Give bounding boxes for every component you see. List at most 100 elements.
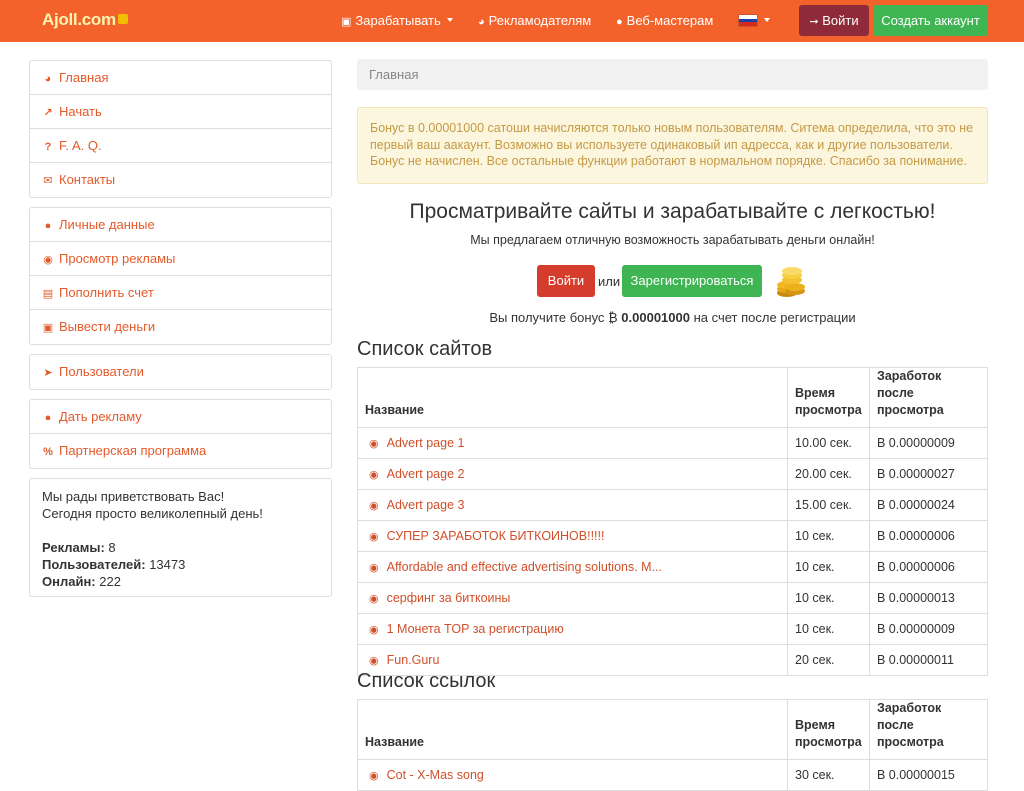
row-time: 15.00 сек. — [787, 489, 870, 521]
row-name-link[interactable]: ◉ Affordable and effective advertising so… — [357, 551, 788, 583]
russia-flag-icon — [738, 14, 758, 27]
row-name-link[interactable]: ◉ Advert page 3 — [357, 489, 788, 521]
table-row: ◉ серфинг за биткоины 10 сек. B 0.00000013 — [357, 582, 988, 614]
eye-icon: ◉ — [369, 469, 379, 481]
row-name-text: Affordable and effective advertising sol… — [386, 560, 662, 574]
hero-subtitle: Мы предлагаем отличную возможность зараб… — [470, 233, 875, 247]
row-name-link[interactable]: ◉ Advert page 1 — [357, 427, 788, 459]
links-list-title: Список ссылок — [357, 670, 496, 692]
rocket-icon: ➤ — [43, 367, 53, 379]
eye-icon: ◉ — [369, 624, 379, 636]
column-name-header: Название — [357, 699, 788, 760]
money-icon: ▣ — [341, 16, 352, 28]
caret-down-icon — [446, 18, 453, 22]
sites-list-title: Список сайтов — [357, 338, 493, 360]
table-row: ◉ Advert page 3 15.00 сек. B 0.00000024 — [357, 489, 988, 521]
column-time-header: Время просмотра — [787, 699, 870, 760]
row-time: 10 сек. — [787, 613, 870, 645]
brand-logo[interactable]: Ajoll.com — [42, 10, 128, 30]
sidebar-item-home[interactable]: ◕ Главная — [30, 61, 331, 95]
stat-users: Пользователей: 13473 — [42, 557, 186, 572]
greeting-line-1: Мы рады приветствовать Вас! — [42, 489, 225, 504]
greeting-line-2: Сегодня просто великолепный день! — [42, 506, 263, 521]
table-row: ◉ Advert page 1 10.00 сек. B 0.00000009 — [357, 427, 988, 459]
sites-table: Название Время просмотра Заработок после… — [357, 367, 988, 676]
eye-icon: ◉ — [43, 254, 53, 266]
eye-icon: ◉ — [369, 562, 379, 574]
sidebar-item-advertise[interactable]: ● Дать рекламу — [30, 400, 331, 434]
row-name-text: СУПЕР ЗАРАБОТОК БИТКОИНОВ!!!!! — [386, 529, 605, 543]
sidebar-item-faq[interactable]: ? F. A. Q. — [30, 129, 331, 163]
money-icon: ▣ — [42, 322, 54, 334]
row-earn: B 0.00000011 — [869, 644, 988, 676]
sidebar-item-profile[interactable]: ● Личные данные — [30, 208, 331, 242]
nav-advertisers[interactable]: ◕ Рекламодателям — [478, 0, 591, 42]
globe-icon: ● — [44, 412, 52, 424]
sidebar-item-affiliate[interactable]: % Партнерская программа — [30, 434, 331, 468]
row-earn: B 0.00000009 — [869, 427, 988, 459]
table-row: ◉ СУПЕР ЗАРАБОТОК БИТКОИНОВ!!!!! 10 сек. B … — [357, 520, 988, 552]
row-name-link[interactable]: ◉ Cot - X-Mas song — [357, 759, 788, 791]
language-dropdown[interactable] — [738, 0, 770, 42]
table-header-row: Название Время просмотра Заработок после… — [357, 699, 988, 760]
dashboard-icon: ◕ — [44, 73, 52, 85]
row-earn: B 0.00000006 — [869, 551, 988, 583]
table-row: ◉ Cot - X-Mas song 30 сек. B 0.00000015 — [357, 759, 988, 791]
sidebar-group-main: ◕ Главная ↗ Начать ? F. A. Q. ✉ Контакты — [29, 60, 332, 198]
sidebar-item-start[interactable]: ↗ Начать — [30, 95, 331, 129]
eye-icon: ◉ — [369, 770, 379, 782]
question-icon: ? — [44, 141, 52, 153]
sidebar-item-contacts[interactable]: ✉ Контакты — [30, 163, 331, 197]
row-earn: B 0.00000006 — [869, 520, 988, 552]
sidebar-group-advertise: ● Дать рекламу % Партнерская программа — [29, 399, 332, 469]
create-account-button[interactable]: Создать аккаунт — [873, 5, 988, 36]
sidebar-item-deposit[interactable]: ▤ Пополнить счет — [30, 276, 331, 310]
hero-title: Просматривайте сайты и зарабатывайте с л… — [409, 200, 936, 223]
bonus-amount: 0.00001000 — [621, 310, 690, 325]
row-time: 30 сек. — [787, 759, 870, 791]
row-name-text: серфинг за биткоины — [386, 591, 511, 605]
breadcrumb: Главная — [357, 59, 988, 90]
dashboard-icon: ◕ — [478, 16, 485, 28]
or-label: или — [598, 274, 621, 289]
row-name-text: 1 Монета TOP за регистрацию — [386, 622, 564, 636]
row-earn: B 0.00000015 — [869, 759, 988, 791]
nav-webmasters[interactable]: ● Веб-мастерам — [616, 0, 713, 42]
site-stats-box: Мы рады приветствовать Вас! Сегодня прос… — [29, 478, 332, 597]
row-name-text: Cot - X-Mas song — [386, 768, 484, 782]
percent-icon: % — [43, 446, 53, 458]
eye-icon: ◉ — [369, 500, 379, 512]
row-name-link[interactable]: ◉ 1 Монета TOP за регистрацию — [357, 613, 788, 645]
row-time: 20.00 сек. — [787, 458, 870, 490]
row-time: 10 сек. — [787, 551, 870, 583]
row-name-text: Advert page 2 — [386, 467, 465, 481]
row-name-link[interactable]: ◉ СУПЕР ЗАРАБОТОК БИТКОИНОВ!!!!! — [357, 520, 788, 552]
table-row: ◉ Advert page 2 20.00 сек. B 0.00000027 — [357, 458, 988, 490]
nav-earn-dropdown[interactable]: ▣ Зарабатывать — [341, 0, 453, 42]
sidebar-item-users[interactable]: ➤ Пользователи — [30, 355, 331, 389]
login-button[interactable]: ➞ Войти — [799, 5, 869, 36]
column-time-header: Время просмотра — [787, 367, 870, 428]
row-time: 10.00 сек. — [787, 427, 870, 459]
sidebar-item-withdraw[interactable]: ▣ Вывести деньги — [30, 310, 331, 344]
hero-register-button[interactable]: Зарегистрироваться — [622, 265, 762, 297]
envelope-icon: ✉ — [43, 175, 53, 187]
coins-icon — [777, 267, 805, 297]
row-name-link[interactable]: ◉ Advert page 2 — [357, 458, 788, 490]
stat-online: Онлайн: 222 — [42, 574, 121, 589]
bonus-info: Вы получите бонус ₿ 0.00001000 на счет п… — [489, 310, 856, 325]
row-name-text: Advert page 1 — [386, 436, 465, 450]
bonus-warning-alert: Бонус в 0.00001000 сатоши начисляются то… — [357, 107, 988, 184]
sidebar-item-view-ads[interactable]: ◉ Просмотр рекламы — [30, 242, 331, 276]
row-name-text: Fun.Guru — [386, 653, 440, 667]
hero-login-button[interactable]: Войти — [537, 265, 595, 297]
table-row: ◉ Affordable and effective advertising so… — [357, 551, 988, 583]
eye-icon: ◉ — [369, 593, 379, 605]
row-earn: B 0.00000027 — [869, 458, 988, 490]
links-table: Название Время просмотра Заработок после… — [357, 699, 988, 791]
credit-card-icon: ▤ — [42, 288, 54, 300]
bitcoin-symbol: ₿ — [608, 310, 618, 325]
chart-icon: ↗ — [43, 107, 53, 119]
row-name-text: Advert page 3 — [386, 498, 465, 512]
row-name-link[interactable]: ◉ серфинг за биткоины — [357, 582, 788, 614]
